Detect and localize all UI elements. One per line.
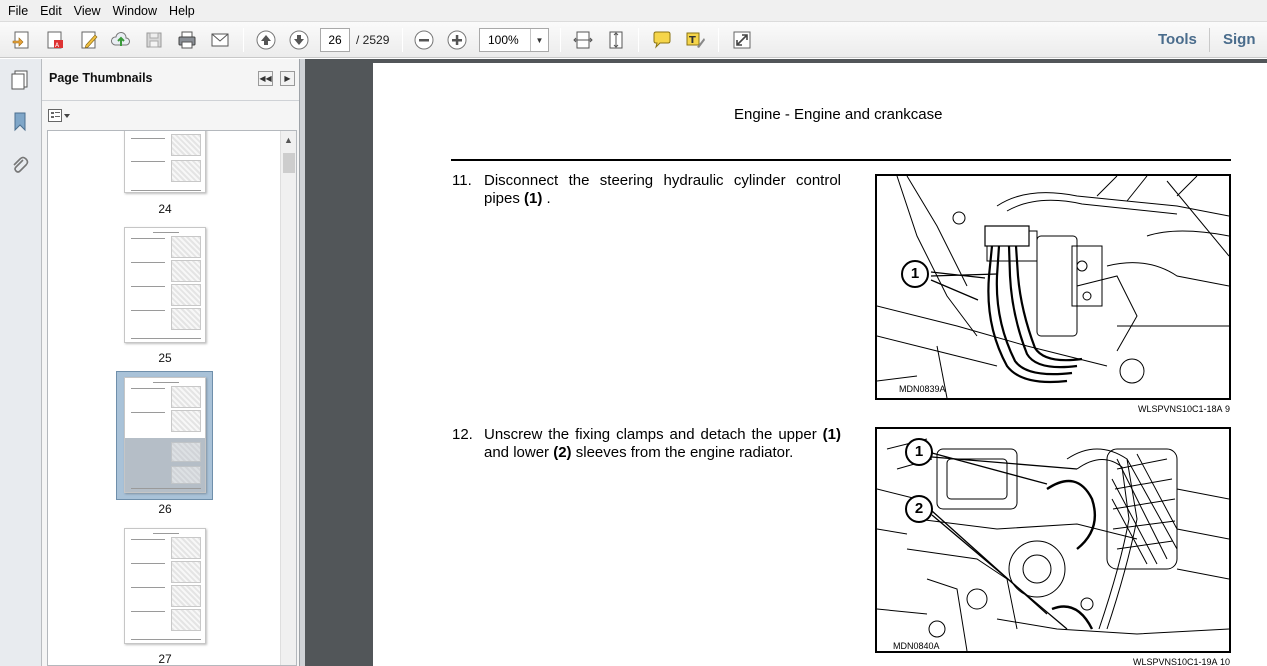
attachments-icon[interactable]: [8, 153, 32, 177]
print-icon[interactable]: [173, 26, 201, 54]
menu-file[interactable]: File: [2, 0, 34, 22]
toolbar-separator: [402, 28, 403, 52]
toolbar-separator: [243, 28, 244, 52]
collapse-panel-icon[interactable]: ◀◀: [258, 71, 273, 86]
page-number-input[interactable]: 26: [320, 28, 350, 52]
zoom-in-icon[interactable]: [443, 26, 471, 54]
bookmarks-icon[interactable]: [8, 109, 32, 133]
menu-view[interactable]: View: [68, 0, 107, 22]
tools-button[interactable]: Tools: [1158, 22, 1197, 58]
step-text: Unscrew the fixing clamps and detach the…: [484, 426, 841, 461]
chevron-down-icon[interactable]: ▼: [530, 29, 548, 51]
toolbar: A 26 / 2529 100% ▼ T Tools Sign: [0, 22, 1267, 58]
thumbnail-label: 24: [158, 202, 172, 216]
header-rule: [451, 159, 1231, 161]
zoom-value: 100%: [488, 33, 519, 47]
thumbnail-page-25[interactable]: [124, 227, 206, 343]
sign-button[interactable]: Sign: [1223, 22, 1256, 58]
fit-width-icon[interactable]: [569, 26, 597, 54]
scrollbar-thumb[interactable]: [283, 153, 295, 173]
toolbar-separator: [560, 28, 561, 52]
svg-text:T: T: [689, 35, 696, 46]
expand-icon[interactable]: [728, 26, 756, 54]
options-menu-icon[interactable]: [48, 108, 72, 124]
toolbar-separator: [718, 28, 719, 52]
figure-drawing: [877, 438, 1229, 651]
figure-number: 9: [1225, 404, 1231, 414]
callout-2: 2: [905, 495, 933, 523]
thumbnail-page-26[interactable]: [124, 377, 206, 493]
chevron-up-icon[interactable]: ▲: [284, 135, 293, 145]
page-header: Engine - Engine and crankcase: [734, 106, 943, 123]
pdf-document-icon[interactable]: A: [41, 26, 69, 54]
fit-page-icon[interactable]: [602, 26, 630, 54]
figure-radiator-sleeves: 1 2 MDN0840A: [875, 427, 1231, 653]
panel-title: Page Thumbnails: [49, 71, 153, 85]
callout-1: 1: [905, 438, 933, 466]
menu-edit[interactable]: Edit: [34, 0, 68, 22]
thumbnail-label: 25: [158, 351, 172, 365]
thumbnail-options: [42, 102, 299, 130]
page-total: / 2529: [356, 33, 390, 47]
create-pdf-icon[interactable]: [8, 26, 36, 54]
zoom-select[interactable]: 100% ▼: [479, 28, 549, 52]
step-text: Disconnect the steering hydraulic cylind…: [484, 172, 841, 207]
navigation-rail: [0, 59, 42, 666]
zoom-out-icon[interactable]: [410, 26, 438, 54]
chevron-right-icon[interactable]: ▶: [280, 71, 295, 86]
highlight-text-icon[interactable]: T: [681, 26, 709, 54]
menu-help[interactable]: Help: [163, 0, 201, 22]
page-thumbnails-icon[interactable]: [8, 67, 32, 91]
figure-number: 10: [1220, 657, 1231, 666]
edit-icon[interactable]: [75, 26, 103, 54]
callout-1: 1: [901, 260, 929, 288]
thumbnail-label: 27: [158, 652, 172, 666]
panel-splitter[interactable]: [300, 59, 305, 666]
thumbnail-scrollbar[interactable]: ▲: [280, 131, 296, 665]
menu-window[interactable]: Window: [107, 0, 163, 22]
thumbnail-label: 26: [158, 502, 172, 516]
next-page-icon[interactable]: [285, 26, 313, 54]
figure-code: MDN0839A: [899, 384, 946, 394]
thumbnail-list[interactable]: 24 25 26 27 ▲: [47, 130, 297, 666]
toolbar-separator: [1209, 28, 1210, 52]
toolbar-separator: [638, 28, 639, 52]
step-number: 12.: [452, 426, 473, 443]
figure-steering-pipes: 1 MDN0839A: [875, 174, 1231, 400]
menu-bar: File Edit View Window Help: [0, 0, 1267, 22]
upload-cloud-icon[interactable]: [107, 26, 135, 54]
step-number: 11.: [452, 172, 472, 189]
figure-reference: WLSPVNS10C1-19A: [1133, 657, 1218, 666]
figure-drawing: [877, 176, 1229, 398]
previous-page-icon[interactable]: [252, 26, 280, 54]
comment-icon[interactable]: [648, 26, 676, 54]
thumbnail-page-27[interactable]: [124, 528, 206, 644]
figure-reference: WLSPVNS10C1-18A: [1138, 404, 1223, 414]
panel-header: Page Thumbnails ◀◀ ▶: [42, 59, 299, 101]
page-thumbnails-panel: Page Thumbnails ◀◀ ▶ 24 25 26 27 ▲: [42, 59, 300, 666]
email-icon[interactable]: [206, 26, 234, 54]
save-icon[interactable]: [140, 26, 168, 54]
thumbnail-page-24[interactable]: [124, 131, 206, 193]
figure-code: MDN0840A: [893, 641, 940, 651]
